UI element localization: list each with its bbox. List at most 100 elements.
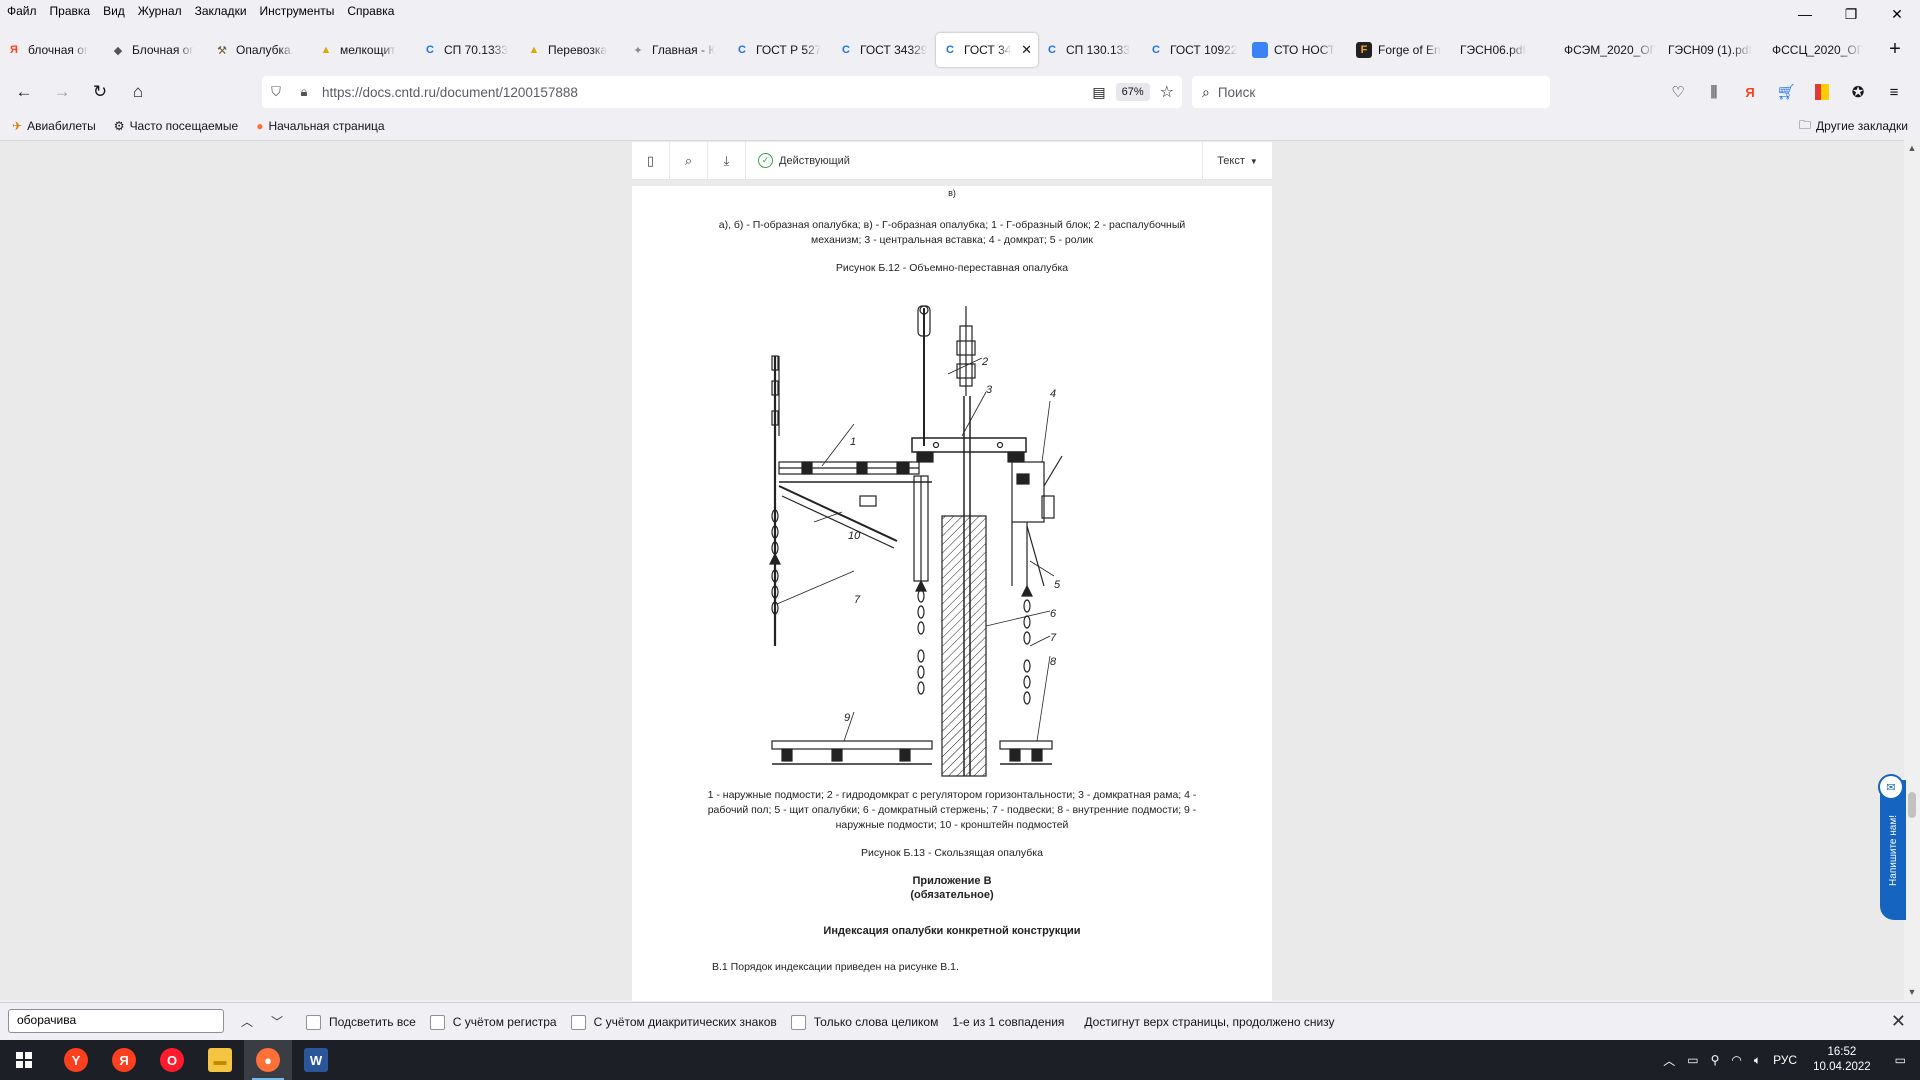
close-window-button[interactable]: ✕ [1874, 0, 1920, 28]
browser-tab[interactable]: ФСЭМ_2020_ОГ [1558, 33, 1662, 67]
extension-icon[interactable]: ✪ [1840, 76, 1876, 108]
checkbox[interactable] [429, 1014, 445, 1030]
menu-item[interactable]: Закладки [188, 0, 253, 22]
mail-icon[interactable]: ✉ [1878, 774, 1904, 800]
clock[interactable]: 16:52 10.04.2022 [1803, 1045, 1881, 1075]
checkbox[interactable] [570, 1014, 586, 1030]
forward-button[interactable]: → [46, 76, 78, 108]
browser-tab[interactable]: ◆ Блочная ог [104, 33, 208, 67]
new-tab-button[interactable]: + [1878, 32, 1912, 66]
language-indicator[interactable]: РУС [1767, 1053, 1803, 1067]
sidebar-toggle-icon[interactable]: ▯ [632, 141, 670, 180]
scroll-up-icon[interactable]: ▲ [1904, 140, 1920, 156]
reload-button[interactable]: ↻ [84, 76, 116, 108]
shield-icon[interactable]: ⛉ [262, 84, 290, 100]
feedback-label[interactable]: Напишите нам! [1888, 815, 1899, 886]
meet-icon[interactable]: ▭ [1681, 1053, 1704, 1067]
browser-tab[interactable]: ▲ мелкощит [312, 33, 416, 67]
url-bar[interactable]: ⛉ 🔒︎ https://docs.cntd.ru/document/12001… [262, 76, 1182, 108]
download-icon[interactable]: ⤓ [708, 141, 746, 180]
find-input[interactable]: оборачива [8, 1009, 224, 1033]
browser-tab[interactable]: ФССЦ_2020_ОГ [1766, 33, 1870, 67]
restore-button[interactable]: ❐ [1828, 0, 1874, 28]
cntd-icon: C [426, 44, 434, 56]
browser-tab[interactable]: ⚒ Опалубка. [208, 33, 312, 67]
minimize-button[interactable]: — [1782, 0, 1828, 28]
menu-item[interactable]: Справка [340, 0, 400, 22]
chevron-up-icon[interactable]: ︿ [1657, 1052, 1681, 1069]
checkbox[interactable] [790, 1014, 806, 1030]
browser-tab[interactable]: C ГОСТ Р 527 [728, 33, 832, 67]
menu-item[interactable]: Вид [96, 0, 131, 22]
taskbar-app-word[interactable]: W [292, 1040, 340, 1080]
browser-tab[interactable]: C ГОСТ 34329 [832, 33, 936, 67]
bookmark-ext-icon[interactable] [1804, 76, 1840, 108]
reader-view-icon[interactable]: ▤ [1092, 84, 1105, 101]
wifi-icon[interactable]: ◠ [1725, 1053, 1747, 1067]
view-mode-select[interactable]: Текст ▼ [1202, 142, 1272, 180]
close-tab-icon[interactable]: ✕ [1021, 42, 1032, 58]
find-option-checkbox[interactable]: С учётом регистра [429, 1014, 557, 1030]
find-option-checkbox[interactable]: С учётом диакритических знаков [570, 1014, 777, 1030]
search-bar[interactable]: ⌕ Поиск [1192, 76, 1550, 108]
browser-tab[interactable]: ▲ Перевозка [520, 33, 624, 67]
close-find-button[interactable]: ✕ [1891, 1011, 1906, 1032]
find-option-checkbox[interactable]: Подсветить все [306, 1014, 416, 1030]
browser-tab[interactable]: Яблочная ог [0, 33, 104, 67]
notification-icon[interactable]: ▭ [1881, 1053, 1920, 1067]
search-placeholder[interactable]: Поиск [1218, 85, 1255, 100]
tab-label: Главная - К [652, 43, 716, 57]
browser-tab[interactable]: ГЭСН09 (1).pdf [1662, 33, 1766, 67]
menu-item[interactable]: Журнал [131, 0, 188, 22]
taskbar-app-firefox[interactable]: ● [244, 1040, 292, 1080]
browser-tab[interactable]: C ГОСТ 34 ✕ [936, 33, 1038, 67]
bookmark-item[interactable]: ● Начальная страница [244, 119, 390, 133]
taskbar-app-yandex[interactable]: Я [100, 1040, 148, 1080]
page-scrollbar[interactable]: ▲ ▼ [1904, 140, 1920, 1000]
scroll-thumb[interactable] [1908, 792, 1916, 818]
browser-tab[interactable]: ■ СТО НОСТ [1246, 33, 1350, 67]
drawing-callout: 2 [982, 356, 989, 368]
zoom-level[interactable]: 67% [1115, 83, 1150, 101]
bookmark-star-icon[interactable]: ☆ [1160, 82, 1174, 102]
bookmark-item[interactable]: ⚙ Часто посещаемые [102, 119, 244, 133]
browser-tab[interactable]: C СП 70.1333 [416, 33, 520, 67]
yandex-ext-icon[interactable]: Я [1732, 76, 1768, 108]
menu-icon[interactable]: ≡ [1876, 76, 1912, 108]
menu-item[interactable]: Правка [43, 0, 97, 22]
other-bookmarks[interactable]: 🗀 Другие закладки [1799, 114, 1908, 138]
taskbar-app-yandex-browser[interactable]: Y [52, 1040, 100, 1080]
browser-tab[interactable]: F Forge of En [1350, 33, 1454, 67]
browser-tab[interactable]: ГЭСН06.pdf [1454, 33, 1558, 67]
find-option-checkbox[interactable]: Только слова целиком [790, 1014, 938, 1030]
browser-tab[interactable]: C ГОСТ 10922 [1142, 33, 1246, 67]
pocket-icon[interactable]: ♡ [1660, 76, 1696, 108]
scroll-down-icon[interactable]: ▼ [1904, 984, 1920, 1000]
view-mode-label: Текст [1217, 155, 1245, 167]
taskbar-app-opera[interactable]: O [148, 1040, 196, 1080]
find-next-button[interactable]: ﹀ [264, 1009, 290, 1033]
cart-icon[interactable]: 🛒︎ [1768, 76, 1804, 108]
taskbar-app-explorer[interactable]: ▬ [196, 1040, 244, 1080]
home-button[interactable]: ⌂ [122, 76, 154, 108]
checkbox[interactable] [306, 1014, 321, 1030]
doc-search-icon[interactable]: ⌕ [670, 141, 708, 180]
tab-label: ГЭСН06.pdf [1460, 43, 1526, 57]
menu-item[interactable]: Файл [0, 0, 43, 22]
usb-icon[interactable]: ⚲ [1705, 1053, 1726, 1067]
browser-tab[interactable]: ✦ Главная - К [624, 33, 728, 67]
feedback-button[interactable]: ✉ Напишите нам! [1878, 774, 1906, 920]
back-button[interactable]: ← [8, 76, 40, 108]
bird-icon: ◆ [113, 44, 123, 57]
tab-bar: Яблочная ог ◆ Блочная ог ⚒ Опалубка. ▲ мелкощи… [0, 30, 1920, 70]
url-text[interactable]: https://docs.cntd.ru/document/1200157888 [322, 85, 578, 100]
volume-icon[interactable]: 🔈︎ [1748, 1053, 1767, 1068]
windows-start-button[interactable] [0, 1040, 48, 1080]
library-icon[interactable]: ⫼ [1696, 76, 1732, 108]
menu-item[interactable]: Инструменты [253, 0, 341, 22]
lock-icon[interactable]: 🔒︎ [290, 84, 318, 100]
browser-tab[interactable]: C СП 130.133 [1038, 33, 1142, 67]
bookmark-item[interactable]: ✈ Авиабилеты [0, 119, 102, 133]
firefox-icon: ● [256, 119, 264, 133]
find-previous-button[interactable]: ︿ [234, 1009, 260, 1033]
